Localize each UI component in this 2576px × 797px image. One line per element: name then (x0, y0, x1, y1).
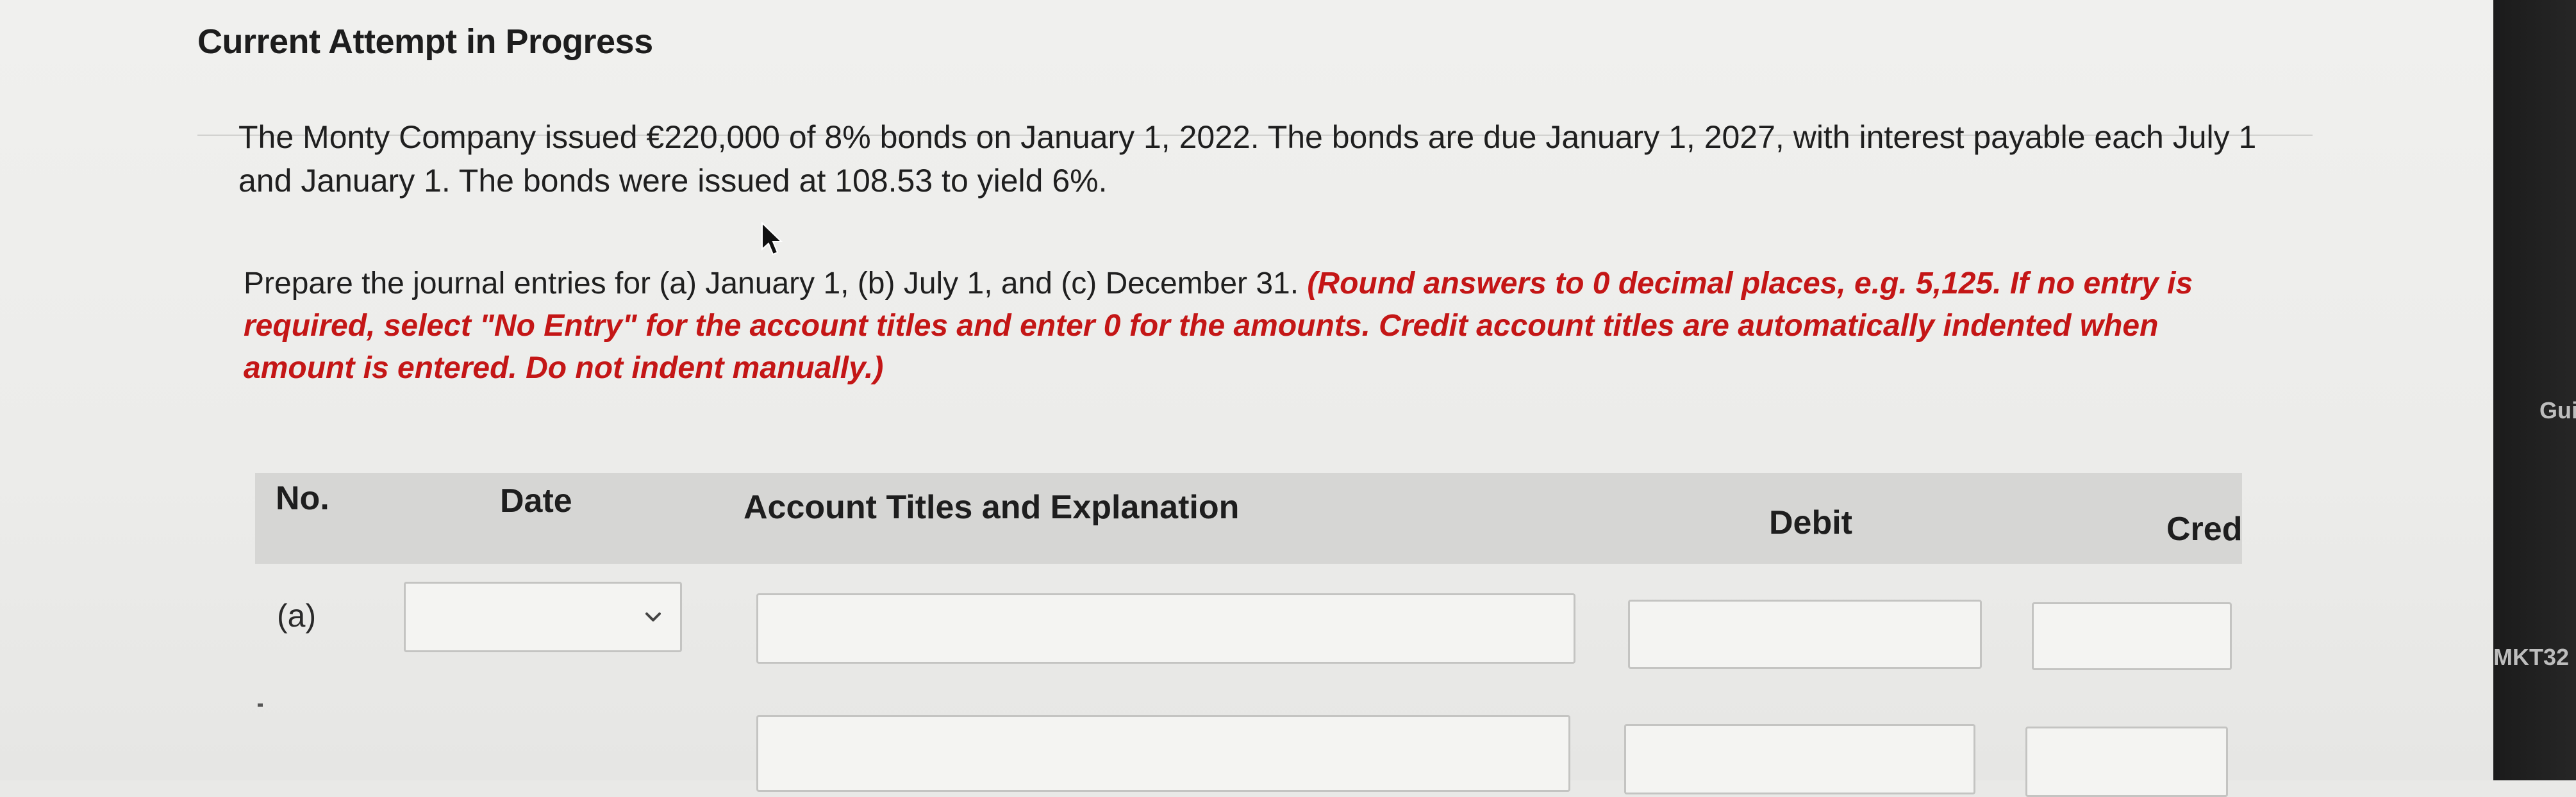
side-panel: Gui MKT32 (2493, 0, 2576, 780)
row-label-a: (a) (277, 598, 317, 634)
row-marker (258, 703, 263, 707)
credit-input-2[interactable] (2025, 727, 2228, 797)
debit-input-1[interactable] (1628, 600, 1982, 669)
side-panel-guide-tab[interactable]: Gui (2539, 397, 2576, 424)
header-no: No. (276, 480, 329, 517)
question-page: Current Attempt in Progress The Monty Co… (0, 0, 2493, 797)
credit-input-1[interactable] (2032, 602, 2232, 670)
instructions-prefix: Prepare the journal entries for (a) Janu… (244, 267, 1308, 300)
instructions: Prepare the journal entries for (a) Janu… (244, 263, 2250, 390)
header-debit: Debit (1769, 504, 1852, 541)
debit-input-2[interactable] (1624, 724, 1975, 794)
header-account-titles: Account Titles and Explanation (744, 489, 1240, 526)
account-title-input-2[interactable] (756, 715, 1570, 792)
date-select[interactable] (404, 582, 682, 652)
chevron-down-icon (645, 612, 661, 621)
account-title-input-1[interactable] (756, 593, 1575, 664)
header-date: Date (500, 482, 572, 520)
question-text: The Monty Company issued €220,000 of 8% … (238, 119, 2257, 199)
side-panel-label: MKT32 (2493, 644, 2570, 670)
mouse-pointer-icon (761, 221, 783, 256)
header-credit: Cred (2166, 511, 2243, 548)
attempt-title: Current Attempt in Progress (197, 22, 653, 61)
